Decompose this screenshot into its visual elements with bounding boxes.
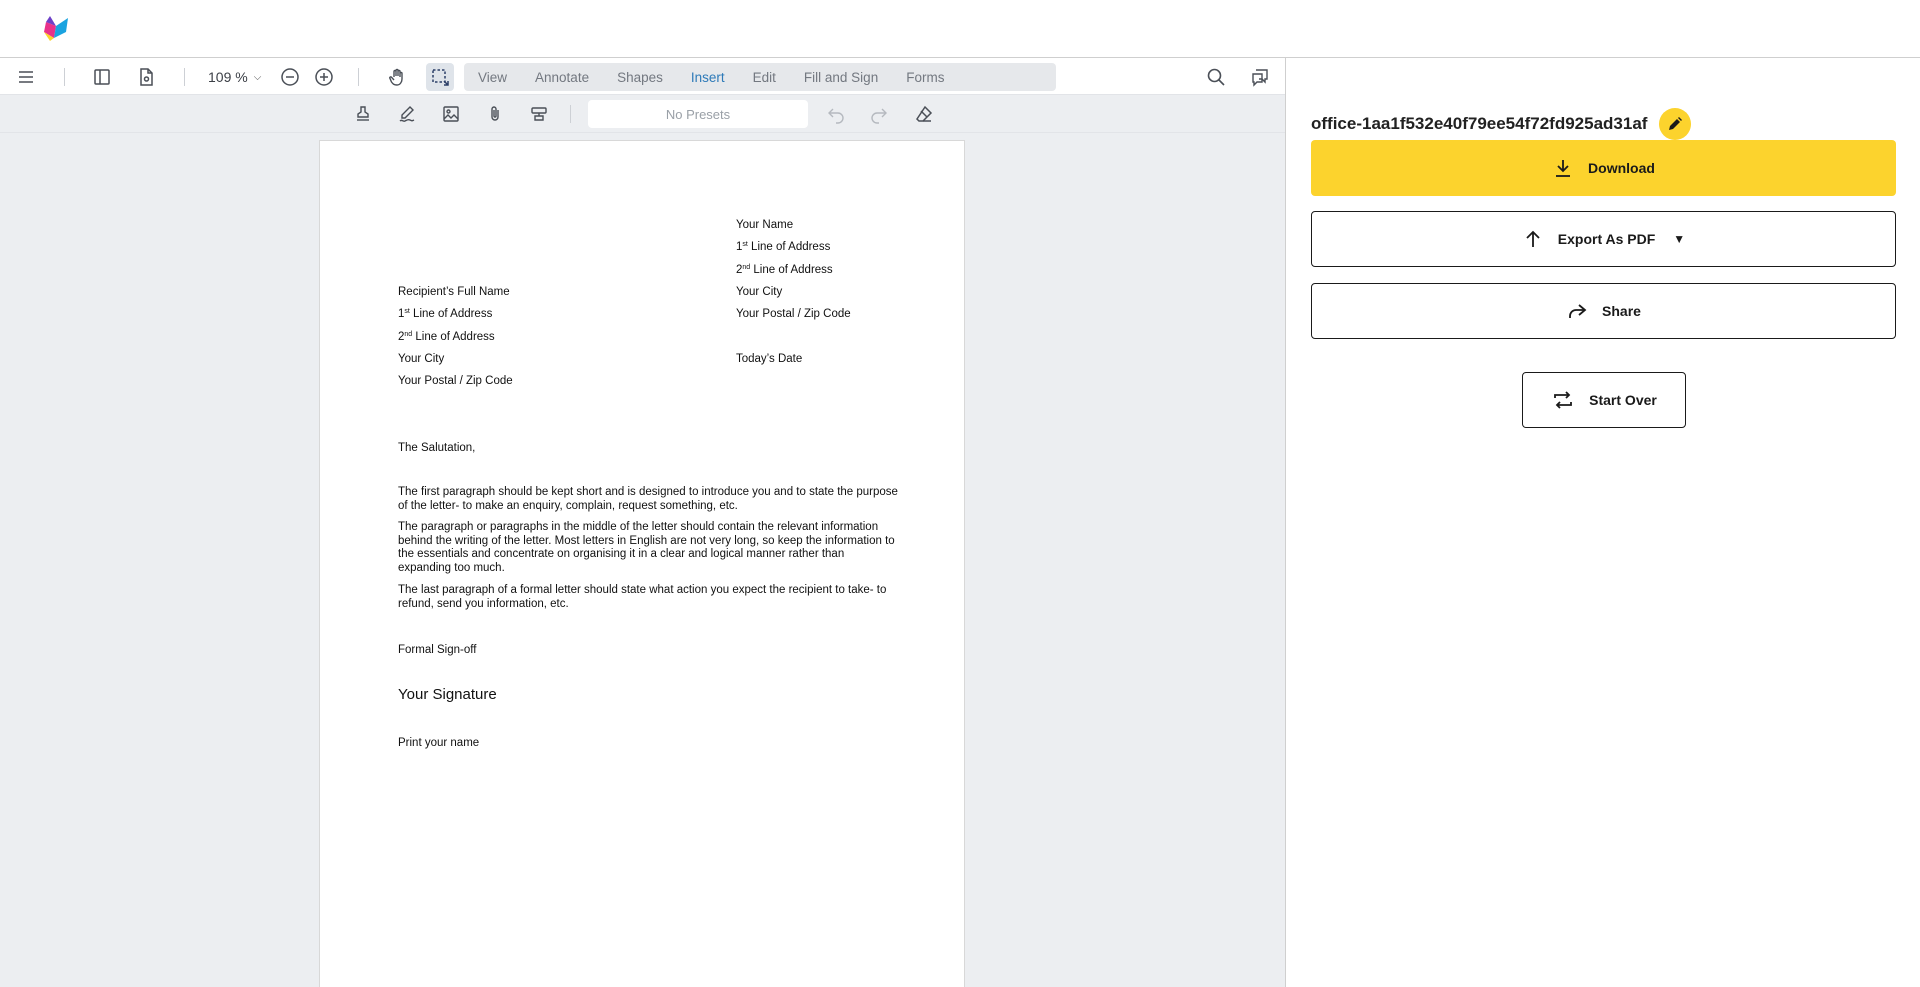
menu-icon[interactable] bbox=[12, 63, 40, 91]
rename-button[interactable] bbox=[1659, 108, 1692, 140]
eraser-icon[interactable] bbox=[910, 100, 938, 128]
attachment-icon[interactable] bbox=[481, 100, 509, 128]
main-toolbar: 109 % ⌵ View Annotate Shapes Insert Edit… bbox=[0, 58, 1285, 95]
redo-icon[interactable] bbox=[865, 100, 893, 128]
chevron-down-icon: ⌵ bbox=[253, 71, 262, 83]
download-label: Download bbox=[1588, 160, 1655, 176]
tab-fill-and-sign[interactable]: Fill and Sign bbox=[790, 63, 892, 91]
export-label: Export As PDF bbox=[1557, 231, 1656, 247]
rubber-stamp-tool-icon[interactable] bbox=[525, 100, 553, 128]
tab-edit[interactable]: Edit bbox=[739, 63, 790, 91]
file-name: office-1aa1f532e40f79ee54f72fd925ad31af bbox=[1311, 114, 1648, 133]
pencil-icon bbox=[1669, 117, 1683, 130]
zoom-out-icon[interactable] bbox=[276, 63, 304, 91]
tab-forms[interactable]: Forms bbox=[892, 63, 958, 91]
start-over-button[interactable]: Start Over bbox=[1522, 372, 1686, 428]
zoom-in-icon[interactable] bbox=[310, 63, 338, 91]
signature-icon[interactable] bbox=[393, 100, 421, 128]
search-icon[interactable] bbox=[1202, 63, 1230, 91]
comments-icon[interactable] bbox=[1246, 63, 1274, 91]
salutation: The Salutation, bbox=[398, 442, 476, 454]
sender-address-line-1: 1st Line of Address bbox=[736, 241, 831, 253]
file-name-row: office-1aa1f532e40f79ee54f72fd925ad31af bbox=[1311, 108, 1692, 140]
share-arrow-icon bbox=[1569, 304, 1587, 318]
recipient-postal-code: Your Postal / Zip Code bbox=[398, 375, 513, 387]
download-icon bbox=[1556, 160, 1571, 177]
undo-icon[interactable] bbox=[822, 100, 850, 128]
print-name: Print your name bbox=[398, 737, 480, 749]
tab-annotate[interactable]: Annotate bbox=[521, 63, 603, 91]
tab-shapes[interactable]: Shapes bbox=[603, 63, 677, 91]
arrow-up-icon bbox=[1526, 230, 1540, 247]
start-over-label: Start Over bbox=[1589, 392, 1657, 408]
letter-date: Today’s Date bbox=[736, 353, 803, 365]
tool-tabs: View Annotate Shapes Insert Edit Fill an… bbox=[464, 63, 1056, 91]
repeat-icon bbox=[1554, 391, 1573, 409]
recipient-name: Recipient’s Full Name bbox=[398, 286, 510, 298]
signature: Your Signature bbox=[398, 686, 497, 703]
download-button[interactable]: Download bbox=[1311, 140, 1896, 196]
paragraph-1: The first paragraph should be kept short… bbox=[398, 486, 898, 512]
zoom-value: 109 % bbox=[208, 69, 248, 85]
sender-postal-code: Your Postal / Zip Code bbox=[736, 308, 851, 320]
recipient-address-line-2: 2nd Line of Address bbox=[398, 331, 495, 343]
app-logo-icon[interactable] bbox=[40, 12, 72, 44]
sender-city: Your City bbox=[736, 286, 783, 298]
document-settings-icon[interactable] bbox=[132, 63, 160, 91]
pan-hand-icon[interactable] bbox=[383, 63, 411, 91]
sidebar-toggle-icon[interactable] bbox=[88, 63, 116, 91]
export-panel: office-1aa1f532e40f79ee54f72fd925ad31af … bbox=[1287, 58, 1920, 987]
insert-toolbar: No Presets bbox=[0, 95, 1285, 133]
sender-address-line-2: 2nd Line of Address bbox=[736, 264, 833, 276]
recipient-address-line-1: 1st Line of Address bbox=[398, 308, 493, 320]
share-label: Share bbox=[1602, 303, 1641, 319]
sender-name: Your Name bbox=[736, 219, 794, 231]
stamp-icon[interactable] bbox=[349, 100, 377, 128]
presets-dropdown[interactable]: No Presets bbox=[588, 100, 808, 128]
tab-view[interactable]: View bbox=[464, 63, 521, 91]
zoom-dropdown[interactable]: 109 % ⌵ bbox=[208, 66, 261, 88]
document-viewer: 109 % ⌵ View Annotate Shapes Insert Edit… bbox=[0, 58, 1286, 987]
image-icon[interactable] bbox=[437, 100, 465, 128]
letter-page: Your Name 1st Line of Address 2nd Line o… bbox=[319, 140, 965, 987]
select-tool-icon[interactable] bbox=[426, 63, 454, 91]
paragraph-2: The paragraph or paragraphs in the middl… bbox=[398, 521, 895, 574]
export-as-pdf-button[interactable]: Export As PDF ▼ bbox=[1311, 211, 1896, 267]
recipient-city: Your City bbox=[398, 353, 445, 365]
tab-insert[interactable]: Insert bbox=[677, 63, 739, 91]
sign-off: Formal Sign-off bbox=[398, 644, 477, 656]
paragraph-3: The last paragraph of a formal letter sh… bbox=[398, 584, 887, 610]
caret-down-icon[interactable]: ▼ bbox=[1673, 232, 1685, 246]
share-button[interactable]: Share bbox=[1311, 283, 1896, 339]
app-header bbox=[0, 0, 1920, 58]
